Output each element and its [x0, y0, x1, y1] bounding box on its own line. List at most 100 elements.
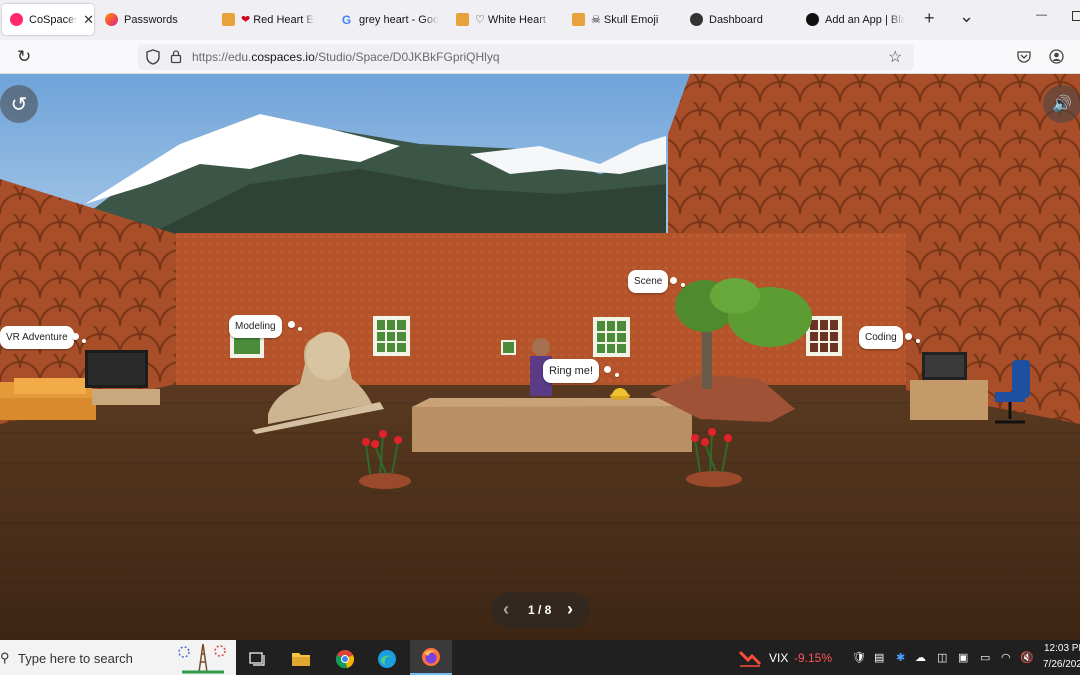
- tab-label: Red Heart Em: [253, 13, 315, 26]
- tab-list-button[interactable]: ⌄: [959, 6, 974, 27]
- tab-add-app[interactable]: Add an App | Bla: [806, 4, 906, 35]
- tab-label: Passwords: [124, 13, 178, 26]
- clock-time[interactable]: 12:03 PM: [1044, 643, 1080, 654]
- ring-me-bubble[interactable]: Ring me!: [543, 359, 600, 383]
- scene-render: [0, 74, 1080, 640]
- cospaces-scene-viewport[interactable]: VR Adventure Modeling Scene Ring me! Cod…: [0, 74, 1080, 640]
- window: [501, 340, 516, 355]
- reload-icon[interactable]: ↻: [17, 47, 31, 67]
- close-tab-icon[interactable]: ✕: [83, 12, 94, 28]
- cloud-icon[interactable]: ☁: [915, 651, 926, 664]
- blackboard-icon: [806, 13, 819, 26]
- muted-speaker-icon[interactable]: 🔇: [1020, 651, 1034, 664]
- firefox-icon: [105, 13, 118, 26]
- firefox-icon: [422, 647, 440, 666]
- display-icon[interactable]: ▣: [958, 651, 968, 664]
- bookmark-star-icon[interactable]: ☆: [888, 47, 902, 67]
- previous-slide-button[interactable]: ‹: [503, 599, 509, 620]
- modeling-bubble[interactable]: Modeling: [229, 315, 282, 338]
- cospaces-icon: [10, 13, 23, 26]
- wifi-icon[interactable]: ◠: [1001, 651, 1011, 664]
- edge-button[interactable]: [369, 645, 405, 673]
- stock-chart-icon[interactable]: [738, 648, 762, 668]
- navigation-bar: ↻ https://edu.cospaces.io/Studio/Space/D…: [0, 40, 1080, 74]
- battery-icon[interactable]: ▭: [980, 651, 990, 664]
- chrome-button[interactable]: [327, 645, 363, 673]
- google-icon: G: [341, 12, 352, 27]
- window: [373, 316, 410, 356]
- coding-bubble[interactable]: Coding: [859, 326, 903, 349]
- lock-icon[interactable]: [170, 49, 182, 64]
- folder-icon: [292, 653, 310, 666]
- address-bar[interactable]: https://edu.cospaces.io/Studio/Space/D0J…: [138, 44, 914, 70]
- next-slide-button[interactable]: ›: [567, 599, 573, 620]
- window: [593, 317, 630, 357]
- emojipedia-icon: [572, 13, 585, 26]
- tab-label: grey heart - Goog: [359, 13, 439, 26]
- vr-adventure-bubble[interactable]: VR Adventure: [0, 326, 74, 349]
- eiffel-tower-icon: [178, 643, 226, 674]
- url-prefix: https://edu.: [192, 50, 252, 64]
- bubble-dot: [604, 366, 611, 373]
- white-heart-icon: ♡: [475, 14, 485, 26]
- notes-icon[interactable]: ▤: [874, 651, 884, 664]
- reception-desk: [412, 398, 692, 452]
- stock-ticker[interactable]: VIX: [769, 651, 788, 665]
- bubble-dot: [298, 327, 302, 331]
- red-heart-icon: ❤: [241, 14, 251, 26]
- tab-label: Dashboard: [709, 13, 763, 26]
- pocket-icon[interactable]: [1017, 50, 1031, 64]
- search-placeholder: Type here to search: [18, 651, 133, 666]
- restore-button[interactable]: [1072, 11, 1080, 21]
- edge-icon: [378, 650, 396, 668]
- search-icon: ⚲: [0, 650, 10, 665]
- firefox-taskbar-button[interactable]: [410, 640, 452, 675]
- tab-google-grey-heart[interactable]: G grey heart - Goog: [340, 4, 440, 35]
- restart-button[interactable]: ↺: [0, 85, 38, 123]
- bubble-dot: [681, 283, 685, 287]
- emojipedia-icon: [222, 13, 235, 26]
- sound-button[interactable]: 🔊: [1043, 85, 1080, 123]
- url-path: /Studio/Space/D0JKBkFGpriQHlyq: [314, 50, 500, 64]
- tab-dashboard[interactable]: Dashboard: [690, 4, 790, 35]
- tab-label: Skull Emoji: [603, 13, 659, 26]
- url-text[interactable]: https://edu.cospaces.io/Studio/Space/D0J…: [192, 50, 500, 64]
- task-view-icon: [249, 652, 265, 666]
- shield-icon[interactable]: [146, 49, 160, 65]
- camera-icon[interactable]: ◫: [937, 651, 947, 664]
- bubble-dot: [905, 333, 912, 340]
- tab-label: White Heart E: [487, 13, 550, 26]
- couch: [0, 378, 96, 420]
- dashboard-icon: [690, 13, 703, 26]
- tab-bar: CoSpaces Edu ✕ Passwords ❤ Red Heart Em …: [0, 0, 1080, 40]
- tab-cospaces[interactable]: CoSpaces Edu ✕: [2, 4, 94, 35]
- scene-bubble[interactable]: Scene: [628, 270, 669, 293]
- tab-passwords[interactable]: Passwords: [105, 4, 205, 35]
- task-view-button[interactable]: [239, 645, 275, 673]
- clock-date[interactable]: 7/26/2023: [1043, 659, 1080, 670]
- account-icon[interactable]: [1049, 49, 1064, 64]
- tab-red-heart[interactable]: ❤ Red Heart Em: [222, 4, 322, 35]
- taskbar-search-box[interactable]: ⚲ Type here to search: [0, 640, 236, 675]
- bubble-dot: [288, 321, 295, 328]
- skull-icon: ☠: [591, 14, 601, 26]
- slide-counter: 1 / 8: [528, 603, 552, 617]
- bubble-dot: [916, 339, 920, 343]
- tab-label: CoSpaces Edu: [29, 13, 78, 26]
- chrome-icon: [335, 650, 355, 669]
- tab-white-heart[interactable]: ♡ White Heart E: [456, 4, 556, 35]
- tab-label: Add an App | Bla: [825, 13, 905, 26]
- windows-taskbar: ⚲ Type here to search VIX -9.15% 🛡 ▤ ✱ ☁…: [0, 640, 1080, 675]
- security-icon[interactable]: 🛡: [852, 651, 866, 664]
- new-tab-button[interactable]: +: [924, 8, 935, 29]
- tab-skull-emoji[interactable]: ☠ Skull Emoji: [572, 4, 672, 35]
- bubble-dot: [615, 373, 619, 377]
- emojipedia-icon: [456, 13, 469, 26]
- bubble-dot: [670, 277, 677, 284]
- slide-pager: ‹ 1 / 8 ›: [491, 592, 590, 628]
- bluetooth-icon[interactable]: ✱: [896, 651, 905, 664]
- minimize-button[interactable]: —: [1036, 9, 1047, 21]
- file-explorer-button[interactable]: [283, 645, 319, 673]
- speaker-icon: 🔊: [1052, 96, 1072, 113]
- stock-change[interactable]: -9.15%: [794, 651, 832, 665]
